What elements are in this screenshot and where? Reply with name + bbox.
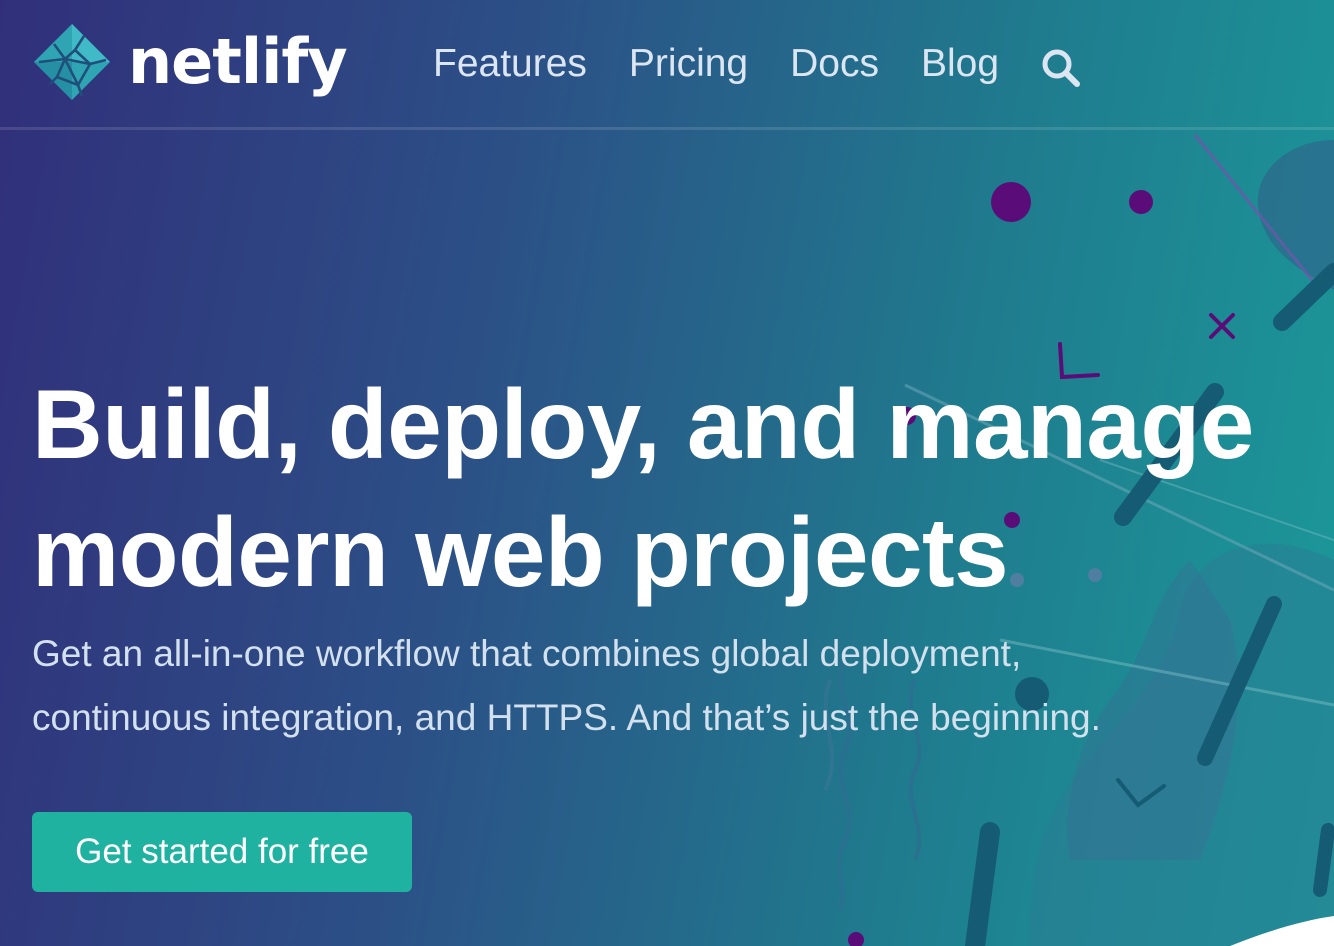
brand-name: netlify — [128, 25, 348, 98]
decor-dot-5 — [848, 932, 864, 946]
decor-x-mark — [1209, 313, 1235, 339]
decor-stroke-3 — [1197, 596, 1282, 766]
decor-stroke-4 — [965, 822, 1000, 946]
decor-stroke-5 — [1313, 823, 1334, 897]
decor-stroke-1 — [1273, 263, 1334, 331]
decor-dot-1 — [991, 182, 1031, 222]
top-navbar: netlify Features Pricing Docs Blog — [0, 0, 1334, 130]
hero-title-line-2: modern web projects — [32, 497, 1009, 607]
decor-chevron-mark — [1116, 778, 1166, 808]
hero-subtitle-line-1: Get an all-in-one workflow that combines… — [32, 633, 1022, 674]
nav-link-features[interactable]: Features — [433, 38, 587, 90]
main-nav: Features Pricing Docs Blog — [433, 38, 1083, 90]
hero-title: Build, deploy, and manage modern web pro… — [32, 360, 1254, 616]
decor-blob-top — [1257, 140, 1334, 290]
search-icon[interactable] — [1039, 46, 1083, 90]
decor-white-curve — [1230, 916, 1334, 946]
hero-subtitle-line-2: continuous integration, and HTTPS. And t… — [32, 697, 1101, 738]
decor-line-1 — [1193, 134, 1322, 291]
get-started-button[interactable]: Get started for free — [32, 812, 412, 892]
decor-dot-2 — [1129, 190, 1153, 214]
nav-link-docs[interactable]: Docs — [790, 38, 879, 90]
hero-title-line-1: Build, deploy, and manage — [32, 369, 1254, 479]
netlify-logo-link[interactable]: netlify — [32, 22, 348, 102]
netlify-logo-icon — [34, 24, 110, 100]
nav-link-pricing[interactable]: Pricing — [629, 38, 748, 90]
hero-subtitle: Get an all-in-one workflow that combines… — [32, 622, 1101, 750]
nav-link-blog[interactable]: Blog — [921, 38, 999, 90]
